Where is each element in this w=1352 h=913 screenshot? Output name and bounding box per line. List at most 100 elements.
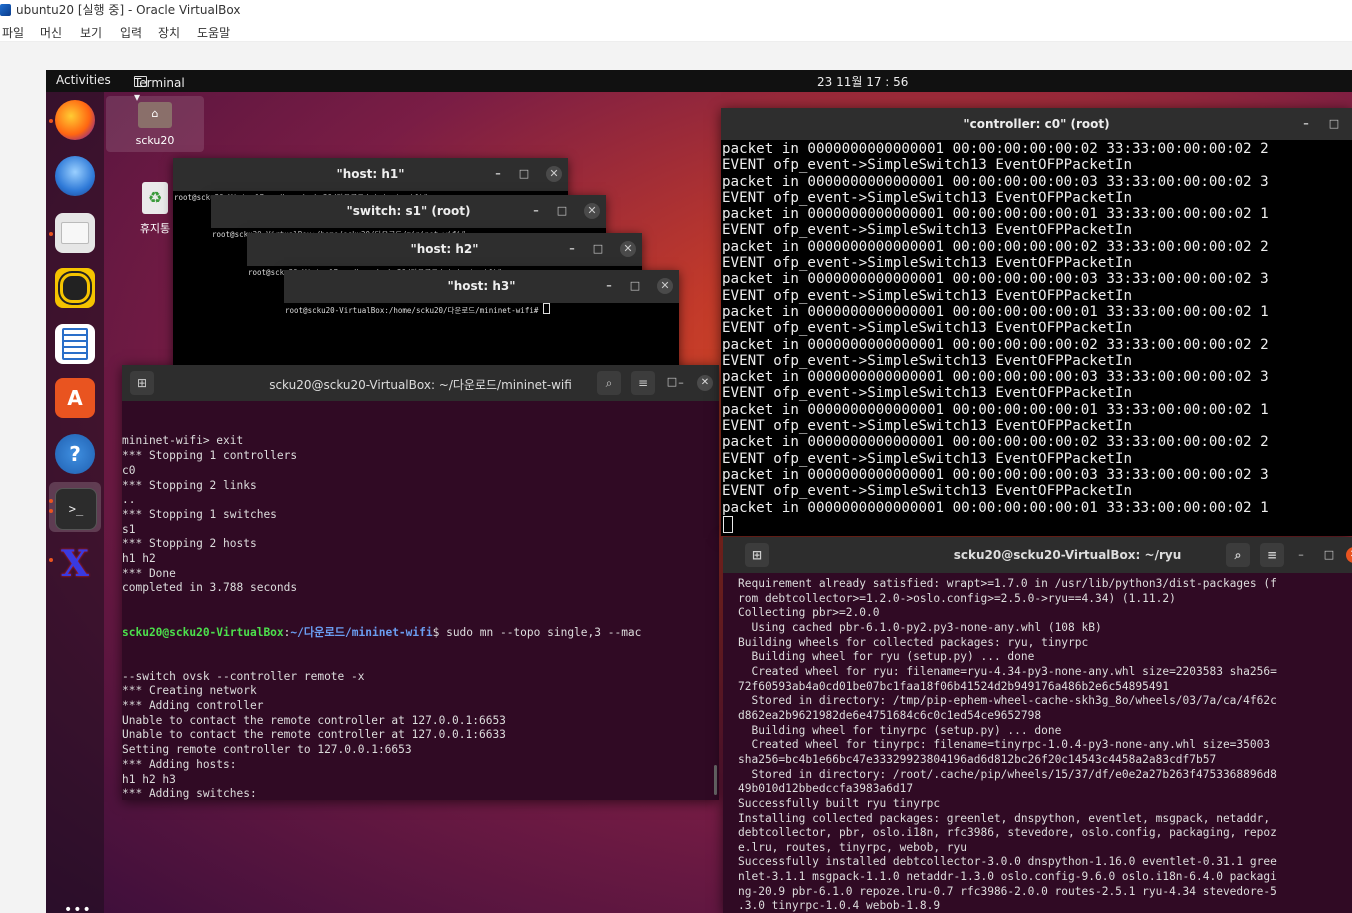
prompt-command: $ sudo mn --topo single,3 --mac bbox=[432, 625, 642, 639]
maximize-button[interactable]: □ bbox=[516, 166, 532, 182]
scrollbar-thumb[interactable] bbox=[714, 765, 717, 795]
close-button[interactable]: ✕ bbox=[620, 241, 636, 257]
hamburger-menu-button[interactable]: ≡ bbox=[631, 371, 655, 395]
minimize-button[interactable]: – bbox=[564, 241, 580, 257]
minimize-button[interactable]: – bbox=[601, 278, 617, 294]
output-line: Building wheels for collected packages: … bbox=[738, 635, 1089, 649]
maximize-button[interactable]: □ bbox=[554, 203, 570, 219]
ryu-terminal-window[interactable]: ⊞ scku20@scku20-VirtualBox: ~/ryu ⌕ ≡ – … bbox=[723, 537, 1352, 913]
clock[interactable]: 23 11월 17 : 56 bbox=[817, 73, 908, 90]
close-button[interactable]: ✕ bbox=[697, 375, 713, 391]
titlebar: "host: h1" – □ ✕ bbox=[173, 158, 568, 191]
folder-shape bbox=[61, 222, 89, 244]
maximize-button[interactable]: □ bbox=[1326, 116, 1342, 132]
firefox-icon[interactable] bbox=[55, 100, 95, 140]
output-line: Building wheel for tinyrpc (setup.py) ..… bbox=[738, 723, 1062, 737]
terminal-output[interactable]: Requirement already satisfied: wrapt>=1.… bbox=[738, 577, 1277, 913]
log-line: EVENT ofp_event->SimpleSwitch13 EventOFP… bbox=[722, 352, 1132, 369]
menu-input[interactable]: 입력 bbox=[120, 24, 142, 41]
output-line: Unable to contact the remote controller … bbox=[122, 728, 506, 742]
close-button[interactable]: ✕ bbox=[546, 166, 562, 182]
xterm-icon[interactable]: X bbox=[55, 543, 95, 585]
prompt-line: scku20@scku20-VirtualBox:~/다운로드/mininet-… bbox=[122, 626, 641, 641]
terminal-output[interactable]: mininet-wifi> exit *** Stopping 1 control… bbox=[122, 405, 641, 800]
files-icon[interactable] bbox=[55, 213, 95, 253]
controller-xterm-window[interactable]: "controller: c0" (root) – □ packet in 00… bbox=[721, 108, 1352, 536]
prompt-text: root@scku20-VirtualBox:/home/scku20/다운로드… bbox=[285, 306, 543, 315]
output-line: Created wheel for tinyrpc: filename=tiny… bbox=[738, 738, 1271, 752]
maximize-button[interactable]: □ bbox=[665, 375, 679, 389]
cursor bbox=[542, 303, 550, 314]
minimize-button[interactable]: – bbox=[490, 166, 506, 182]
home-folder-icon[interactable]: ⌂ scku20 bbox=[106, 96, 204, 152]
output-line: h1 h2 bbox=[122, 552, 156, 566]
search-icon[interactable]: ⌕ bbox=[1226, 543, 1250, 567]
output-line: *** Creating network bbox=[122, 684, 257, 698]
speaker-shape bbox=[60, 273, 90, 303]
log-line: EVENT ofp_event->SimpleSwitch13 EventOFP… bbox=[722, 222, 1132, 239]
maximize-button[interactable]: □ bbox=[627, 278, 643, 294]
output-line: Successfully installed debtcollector-3.0… bbox=[738, 855, 1277, 869]
activities-button[interactable]: Activities bbox=[56, 73, 111, 87]
log-line: EVENT ofp_event->SimpleSwitch13 EventOFP… bbox=[722, 450, 1132, 467]
thunderbird-icon[interactable] bbox=[55, 156, 95, 196]
hamburger-menu-button[interactable]: ≡ bbox=[1260, 543, 1284, 567]
window-title: "host: h2" bbox=[410, 242, 479, 256]
writer-icon[interactable] bbox=[55, 324, 95, 364]
log-line: packet in 0000000000000001 00:00:00:00:0… bbox=[722, 303, 1269, 320]
running-indicator bbox=[49, 232, 53, 236]
log-line: packet in 0000000000000001 00:00:00:00:0… bbox=[722, 369, 1269, 386]
terminal-icon[interactable]: >_ bbox=[55, 488, 97, 530]
output-line: *** Stopping 1 controllers bbox=[122, 449, 298, 463]
log-line: EVENT ofp_event->SimpleSwitch13 EventOFP… bbox=[722, 157, 1132, 174]
output-line: Collecting pbr>=2.0.0 bbox=[738, 606, 880, 620]
menu-file[interactable]: 파일 bbox=[2, 24, 24, 41]
output-line: Stored in directory: /root/.cache/pip/wh… bbox=[738, 767, 1277, 781]
prompt-user: scku20@scku20-VirtualBox bbox=[122, 625, 284, 639]
minimize-button[interactable]: – bbox=[528, 203, 544, 219]
apps-grid-icon[interactable]: ••• bbox=[64, 903, 91, 913]
close-button[interactable]: ✕ bbox=[657, 278, 673, 294]
output-block-before: mininet-wifi> exit *** Stopping 1 control… bbox=[122, 434, 641, 596]
menu-view[interactable]: 보기 bbox=[80, 24, 102, 41]
trash-icon[interactable]: ♻ 휴지통 bbox=[132, 182, 178, 236]
search-icon[interactable]: ⌕ bbox=[597, 371, 621, 395]
maximize-button[interactable]: □ bbox=[590, 241, 606, 257]
vm-frame-left bbox=[0, 70, 46, 913]
output-line: debtcollector, pbr, oslo.i18n, rfc3986, … bbox=[738, 826, 1277, 840]
log-line: packet in 0000000000000001 00:00:00:00:0… bbox=[722, 401, 1269, 418]
output-line: mininet-wifi> exit bbox=[122, 434, 244, 448]
mininet-terminal-window[interactable]: ⊞ scku20@scku20-VirtualBox: ~/다운로드/minin… bbox=[122, 365, 719, 800]
software-icon[interactable]: A bbox=[55, 378, 95, 418]
log-line: packet in 0000000000000001 00:00:00:00:0… bbox=[722, 434, 1269, 451]
maximize-button[interactable]: □ bbox=[1322, 548, 1336, 562]
output-line: 49b010d12bbedccfa3983a6d17 bbox=[738, 782, 914, 796]
gnome-topbar: Activities Terminal ▾ 23 11월 17 : 56 bbox=[46, 70, 1352, 104]
output-line: .. bbox=[122, 493, 136, 507]
help-icon[interactable]: ? bbox=[55, 434, 95, 474]
close-button[interactable]: ✕ bbox=[584, 203, 600, 219]
menu-help[interactable]: 도움말 bbox=[197, 24, 230, 41]
minimize-button[interactable]: – bbox=[1294, 548, 1308, 562]
log-line: packet in 0000000000000001 00:00:00:00:0… bbox=[722, 238, 1269, 255]
menu-devices[interactable]: 장치 bbox=[158, 24, 180, 41]
log-line: EVENT ofp_event->SimpleSwitch13 EventOFP… bbox=[722, 320, 1132, 337]
output-line: sha256=bc4b1e66bc47e33329923804196ad6d81… bbox=[738, 752, 1217, 766]
rhythmbox-icon[interactable] bbox=[55, 268, 95, 308]
output-line: *** Adding switches: bbox=[122, 787, 257, 800]
minimize-button[interactable]: – bbox=[1298, 116, 1314, 132]
home-folder-label: scku20 bbox=[135, 134, 175, 147]
output-line: h1 h2 h3 bbox=[122, 772, 176, 786]
new-tab-button[interactable]: ⊞ bbox=[745, 543, 769, 567]
menu-machine[interactable]: 머신 bbox=[40, 24, 62, 41]
guest-desktop: Activities Terminal ▾ 23 11월 17 : 56 A ?… bbox=[46, 70, 1352, 913]
terminal-prompt[interactable]: root@scku20-VirtualBox:/home/scku20/다운로드… bbox=[285, 303, 550, 316]
output-line: 72f60593ab4a0cd01be07bc1faa18f06b41524d2… bbox=[738, 679, 1170, 693]
output-line: Building wheel for ryu (setup.py) ... do… bbox=[738, 650, 1035, 664]
log-line: EVENT ofp_event->SimpleSwitch13 EventOFP… bbox=[722, 418, 1132, 435]
controller-log[interactable]: packet in 0000000000000001 00:00:00:00:0… bbox=[722, 141, 1269, 516]
virtualbox-menubar: 파일 머신 보기 입력 장치 도움말 bbox=[0, 21, 1352, 42]
home-folder-shape: ⌂ bbox=[138, 102, 172, 128]
output-line: *** Stopping 1 switches bbox=[122, 507, 277, 521]
log-line: EVENT ofp_event->SimpleSwitch13 EventOFP… bbox=[722, 483, 1132, 500]
